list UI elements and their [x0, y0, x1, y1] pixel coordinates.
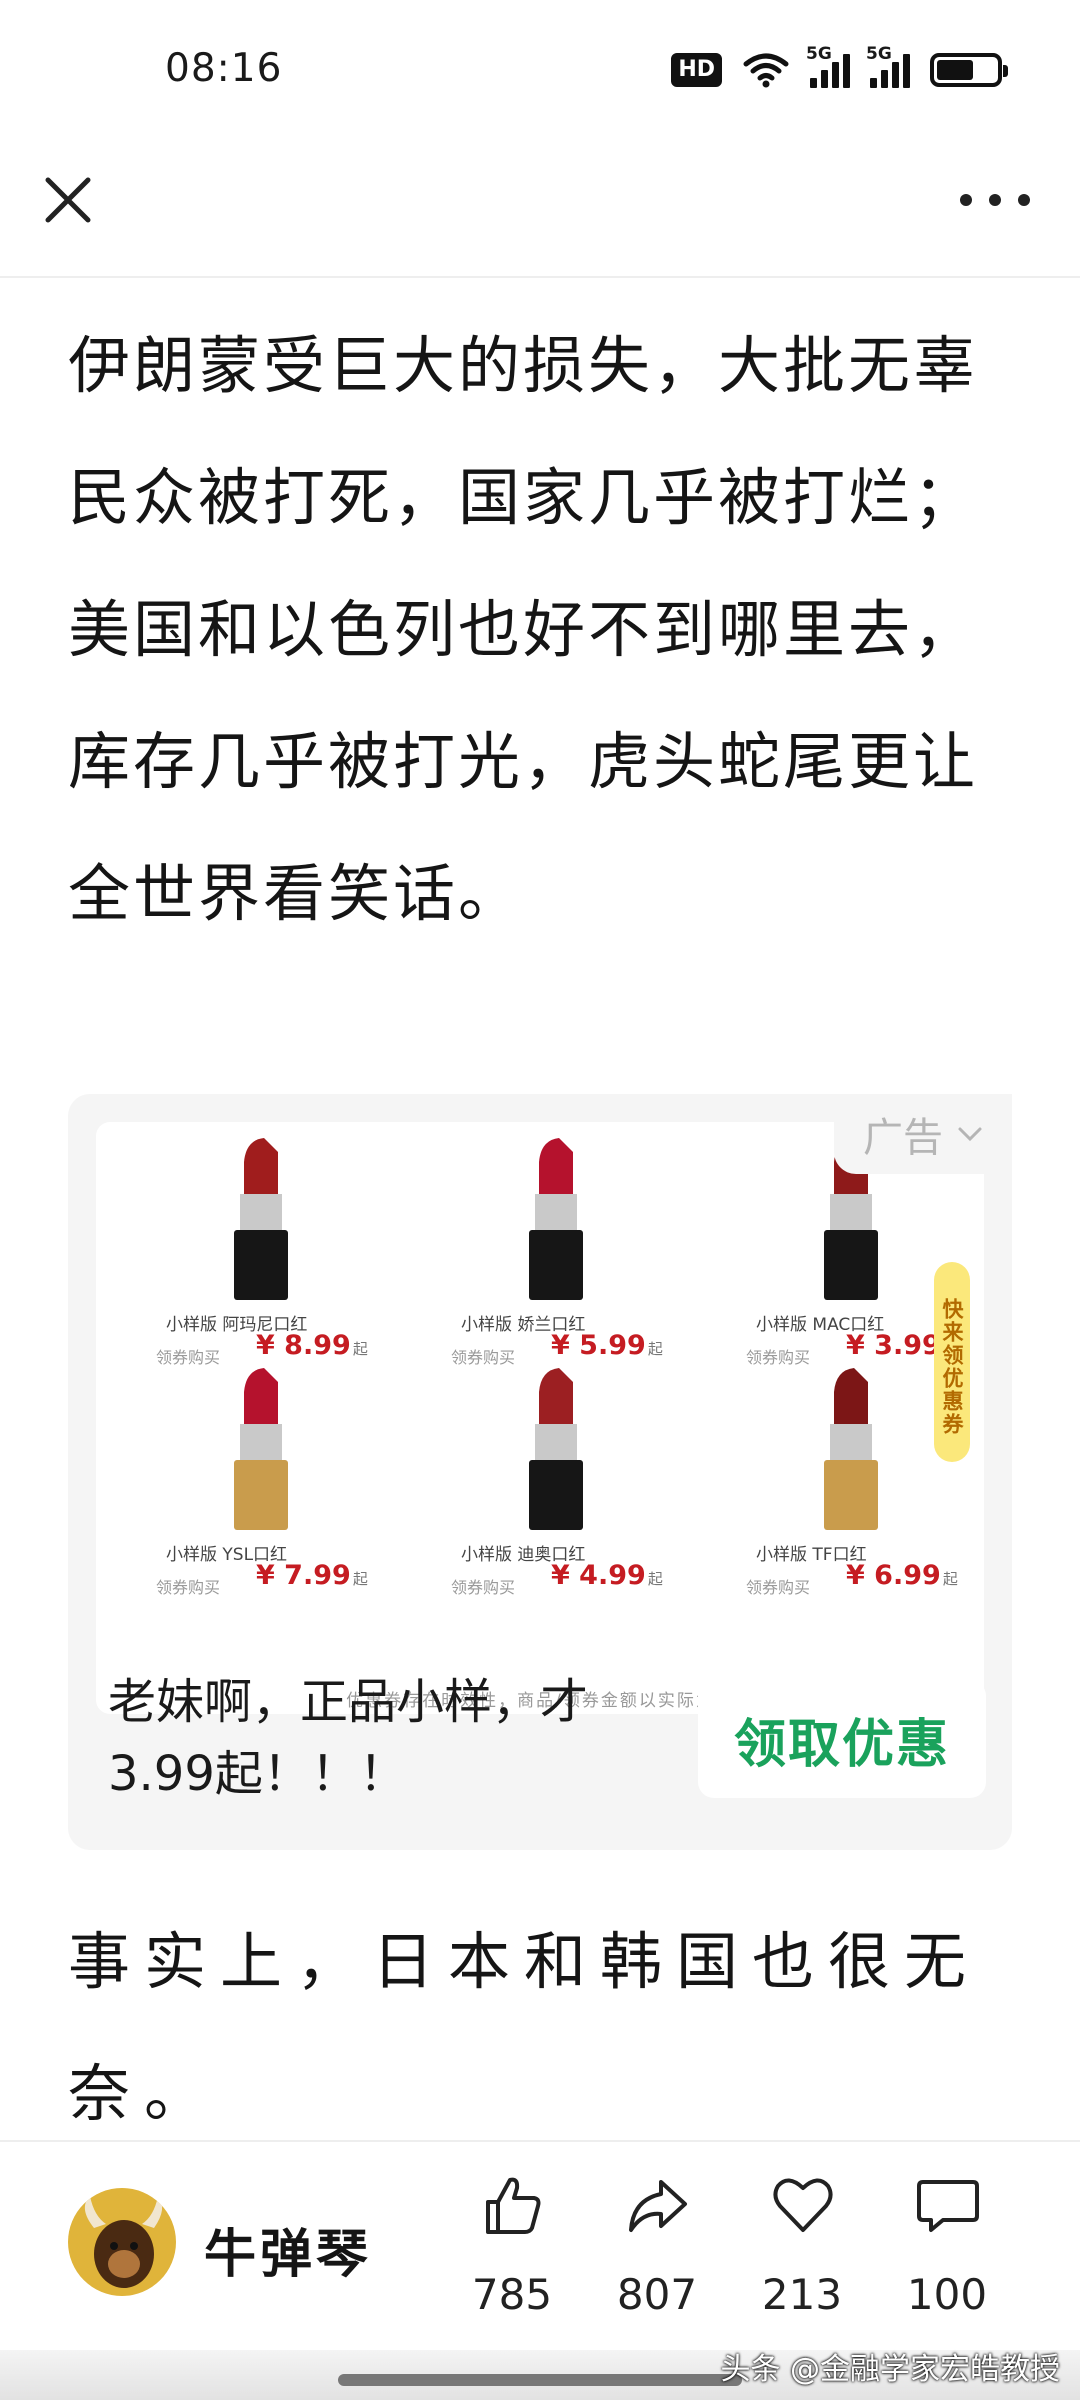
signal-icon-1: 5G	[806, 44, 850, 88]
price-value: ¥ 7.99	[256, 1560, 351, 1591]
product-buy-label: 领券购买	[451, 1578, 516, 1597]
author-name[interactable]: 牛弹琴	[204, 2212, 372, 2287]
share-icon	[629, 2180, 687, 2232]
comment-count: 100	[906, 2270, 988, 2319]
lipstick-image	[824, 1368, 878, 1530]
favorite-count: 213	[761, 2270, 843, 2319]
ad-card[interactable]: 小样版 阿玛尼口红 领券购买 ¥ 8.99 起小样版 娇兰口红 领券购买 ¥ 5.99 起小…	[68, 1094, 1012, 1850]
ad-label[interactable]: 广告	[834, 1094, 1012, 1174]
favorite-button[interactable]: 213	[742, 2172, 862, 2322]
ad-product[interactable]: 小样版 阿玛尼口红 领券购买 ¥ 8.99 起	[126, 1134, 416, 1367]
price-value: ¥ 4.99	[551, 1560, 646, 1591]
chevron-down-icon	[958, 1127, 982, 1142]
status-time: 08:16	[165, 46, 283, 91]
price-value: ¥ 3.99	[846, 1330, 941, 1361]
share-count: 807	[616, 2270, 698, 2319]
close-button[interactable]	[38, 170, 98, 230]
article-paragraph: 事实上，日本和韩国也很无奈。	[68, 1925, 981, 2130]
product-buy-label: 领券购买	[156, 1578, 221, 1597]
ad-product[interactable]: 小样版 娇兰口红 领券购买 ¥ 5.99 起	[421, 1134, 711, 1367]
ad-image[interactable]: 小样版 阿玛尼口红 领券购买 ¥ 8.99 起小样版 娇兰口红 领券购买 ¥ 5.99 起小…	[96, 1122, 984, 1714]
claim-offer-button[interactable]: 领取优惠	[698, 1680, 986, 1798]
ad-product[interactable]: 小样版 迪奥口红 领券购买 ¥ 4.99 起	[421, 1364, 711, 1597]
ad-label-text: 广告	[863, 1115, 943, 1161]
price-suffix: 起	[942, 1570, 958, 1588]
more-button[interactable]	[960, 180, 1030, 220]
price-suffix: 起	[352, 1340, 368, 1358]
price-value: ¥ 8.99	[256, 1330, 351, 1361]
article-paragraph: 伊朗蒙受巨大的损失，大批无辜民众被打死，国家几乎被打烂；美国和以色列也好不到哪里…	[68, 329, 979, 930]
price-suffix: 起	[647, 1570, 663, 1588]
thumbs-up-icon	[486, 2177, 541, 2234]
more-icon-dot	[1018, 194, 1030, 206]
like-count: 785	[471, 2270, 553, 2319]
more-icon-dot	[960, 194, 972, 206]
like-button[interactable]: 785	[452, 2172, 572, 2322]
product-price: ¥ 4.99 起	[551, 1560, 663, 1591]
heart-icon	[773, 2178, 833, 2232]
lipstick-image	[234, 1368, 288, 1530]
product-price: ¥ 7.99 起	[256, 1560, 368, 1591]
avatar-image	[68, 2188, 176, 2296]
close-icon	[45, 177, 91, 223]
author-avatar[interactable]	[68, 2188, 176, 2296]
ad-text: 老妹啊，正品小样，才3.99起！！！	[108, 1674, 589, 1802]
comment-icon	[917, 2180, 979, 2232]
action-bar: 牛弹琴 785 807 213 100	[0, 2140, 1080, 2350]
lipstick-image	[529, 1138, 583, 1300]
signal-icon-2: 5G	[866, 44, 910, 88]
ad-product[interactable]: 小样版 YSL口红 领券购买 ¥ 7.99 起	[126, 1364, 416, 1597]
product-price: ¥ 8.99 起	[256, 1330, 368, 1361]
product-buy-label: 领券购买	[746, 1578, 811, 1597]
nav-bar	[0, 140, 1080, 278]
gesture-bar[interactable]	[338, 2374, 742, 2386]
price-suffix: 起	[647, 1340, 663, 1358]
watermark: 头条 @金融学家宏皓教授	[720, 2352, 1060, 2387]
status-bar: 08:16 HD 5G 5G	[0, 0, 1080, 140]
product-price: ¥ 6.99 起	[846, 1560, 958, 1591]
more-icon-dot	[989, 194, 1001, 206]
hd-voice-icon: HD	[671, 53, 722, 87]
coupon-tag: 快来领优惠券	[934, 1262, 970, 1462]
price-value: ¥ 6.99	[846, 1560, 941, 1591]
price-value: ¥ 5.99	[551, 1330, 646, 1361]
battery-icon	[930, 53, 1008, 87]
price-suffix: 起	[352, 1570, 368, 1588]
lipstick-image	[234, 1138, 288, 1300]
share-button[interactable]: 807	[597, 2172, 717, 2322]
status-icons: HD 5G 5G	[671, 44, 1008, 90]
comment-button[interactable]: 100	[887, 2172, 1007, 2322]
wifi-icon	[743, 53, 789, 88]
lipstick-image	[529, 1368, 583, 1530]
product-price: ¥ 5.99 起	[551, 1330, 663, 1361]
